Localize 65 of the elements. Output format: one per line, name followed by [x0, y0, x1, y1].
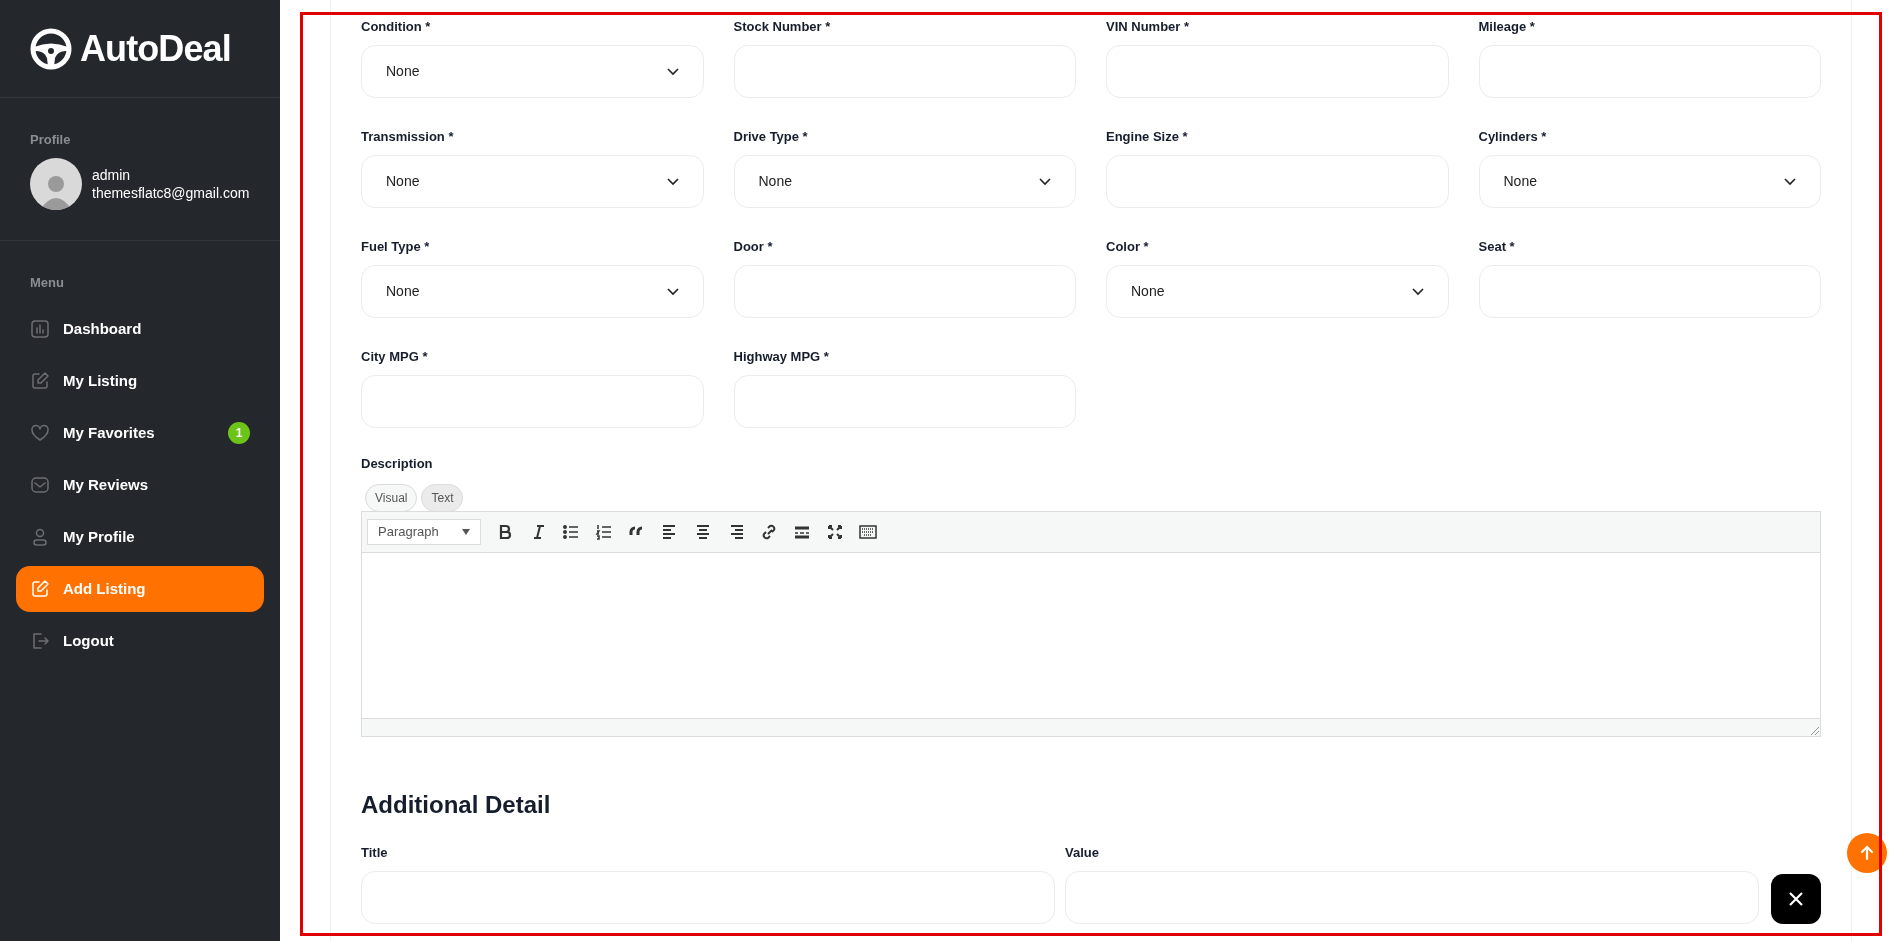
field-label: Title [361, 843, 389, 859]
field-label: Fuel Type * [361, 238, 431, 253]
field-label: Highway MPG * [733, 348, 830, 363]
menu-item[interactable]: My Reviews [16, 462, 264, 508]
field-label: Description [361, 455, 434, 473]
heart-icon [30, 423, 50, 443]
select-field[interactable]: None [1106, 265, 1449, 318]
field-label: Color * [1106, 238, 1150, 253]
avatar [30, 157, 82, 210]
menu-item[interactable]: Dashboard [16, 306, 264, 352]
menu-item[interactable]: My Favorites 1 [16, 410, 264, 456]
logout-icon [30, 631, 50, 651]
user-name: admin [92, 165, 132, 184]
count-badge: 1 [228, 422, 250, 444]
numbered-list-icon[interactable] [595, 522, 613, 541]
mail-icon [30, 475, 50, 495]
fullscreen-icon[interactable] [826, 522, 844, 541]
section-heading: Additional Detail [361, 789, 552, 820]
section-label: Menu [29, 273, 65, 292]
resize-handle-icon[interactable] [1810, 725, 1820, 736]
user-icon [30, 527, 50, 547]
section-label: Profile [30, 131, 72, 149]
chevron-down-icon [666, 67, 679, 76]
field-label: Stock Number * [733, 18, 832, 33]
steering-wheel-icon [30, 27, 72, 70]
field-label: VIN Number * [1106, 18, 1191, 33]
field-label: Value [1065, 843, 1100, 859]
logo-text: AutoDeal [80, 26, 231, 71]
select-field[interactable]: None [361, 45, 704, 98]
menu-item[interactable]: My Profile [16, 514, 264, 560]
close-icon [1789, 891, 1803, 906]
edit-icon [30, 579, 50, 599]
select-field[interactable]: None [733, 155, 1076, 208]
field-label: City MPG * [361, 348, 429, 363]
select-field[interactable]: None [361, 155, 704, 208]
field-label: Seat * [1478, 238, 1516, 253]
field-label: Drive Type * [733, 128, 809, 143]
chevron-down-icon [666, 287, 679, 296]
format-dropdown[interactable]: Paragraph [367, 518, 481, 545]
user-email: themesflatc8@gmail.com [92, 183, 250, 202]
field-label: Door * [733, 238, 774, 253]
editor-tab[interactable]: Visual [365, 483, 418, 512]
link-icon[interactable] [760, 522, 778, 541]
chevron-down-icon [1411, 287, 1424, 296]
caret-icon [462, 528, 470, 535]
chart-icon [30, 319, 50, 339]
menu-item[interactable]: Logout [16, 618, 264, 664]
editor-tab[interactable]: Text [421, 483, 464, 512]
select-field[interactable]: None [1478, 155, 1821, 208]
keyboard-icon[interactable] [859, 522, 877, 541]
arrow-up-icon [1859, 845, 1875, 861]
field-label: Cylinders * [1478, 128, 1548, 143]
edit-icon [30, 371, 50, 391]
field-label: Engine Size * [1106, 128, 1189, 143]
menu-item[interactable]: My Listing [16, 358, 264, 404]
remove-button[interactable] [1771, 873, 1821, 924]
chevron-down-icon [1784, 177, 1796, 186]
field-label: Condition * [361, 18, 432, 33]
select-field[interactable]: None [361, 265, 704, 318]
field-label: Transmission * [361, 128, 455, 143]
chevron-down-icon [1039, 177, 1051, 186]
align-center-icon[interactable] [694, 522, 712, 541]
chevron-down-icon [666, 177, 679, 186]
bullet-list-icon[interactable] [562, 522, 580, 541]
field-label: Mileage * [1478, 18, 1536, 33]
